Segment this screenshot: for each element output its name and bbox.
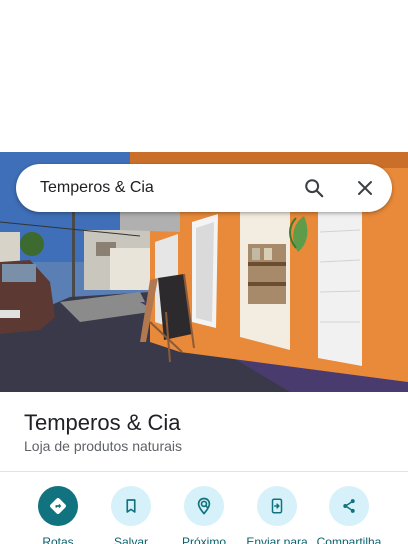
place-name: Temperos & Cia: [24, 410, 181, 435]
maps-place-screen: Temperos & Cia Temperos & Cia Loja de pr…: [0, 0, 408, 544]
divider: [0, 471, 408, 472]
directions-circle[interactable]: [38, 486, 78, 526]
place-category[interactable]: Loja de produtos naturais: [24, 436, 182, 456]
share-button[interactable]: Compartilha: [311, 486, 387, 544]
nearby-icon: [197, 497, 211, 515]
directions-icon: [50, 498, 66, 514]
share-label: Compartilha: [316, 535, 382, 544]
search-query-text[interactable]: Temperos & Cia: [40, 164, 154, 212]
save-button[interactable]: Salvar: [93, 486, 169, 544]
share-icon: [343, 499, 355, 513]
send-to-phone-circle[interactable]: [257, 486, 297, 526]
nearby-circle[interactable]: [184, 486, 224, 526]
blank-top-area: [0, 0, 408, 152]
search-button[interactable]: [298, 172, 330, 204]
search-bar[interactable]: Temperos & Cia: [16, 164, 392, 212]
search-icon: [305, 179, 324, 198]
send-to-phone-icon: [271, 498, 283, 514]
close-icon: [358, 181, 372, 195]
directions-button[interactable]: Rotas: [20, 486, 96, 544]
close-button[interactable]: [349, 172, 381, 204]
bookmark-icon: [126, 499, 136, 513]
share-circle[interactable]: [329, 486, 369, 526]
action-bar: Rotas Salvar Próximo Enviar para Compart…: [0, 486, 408, 544]
send-to-phone-button[interactable]: Enviar para: [239, 486, 315, 544]
nearby-button[interactable]: Próximo: [166, 486, 242, 544]
save-circle[interactable]: [111, 486, 151, 526]
